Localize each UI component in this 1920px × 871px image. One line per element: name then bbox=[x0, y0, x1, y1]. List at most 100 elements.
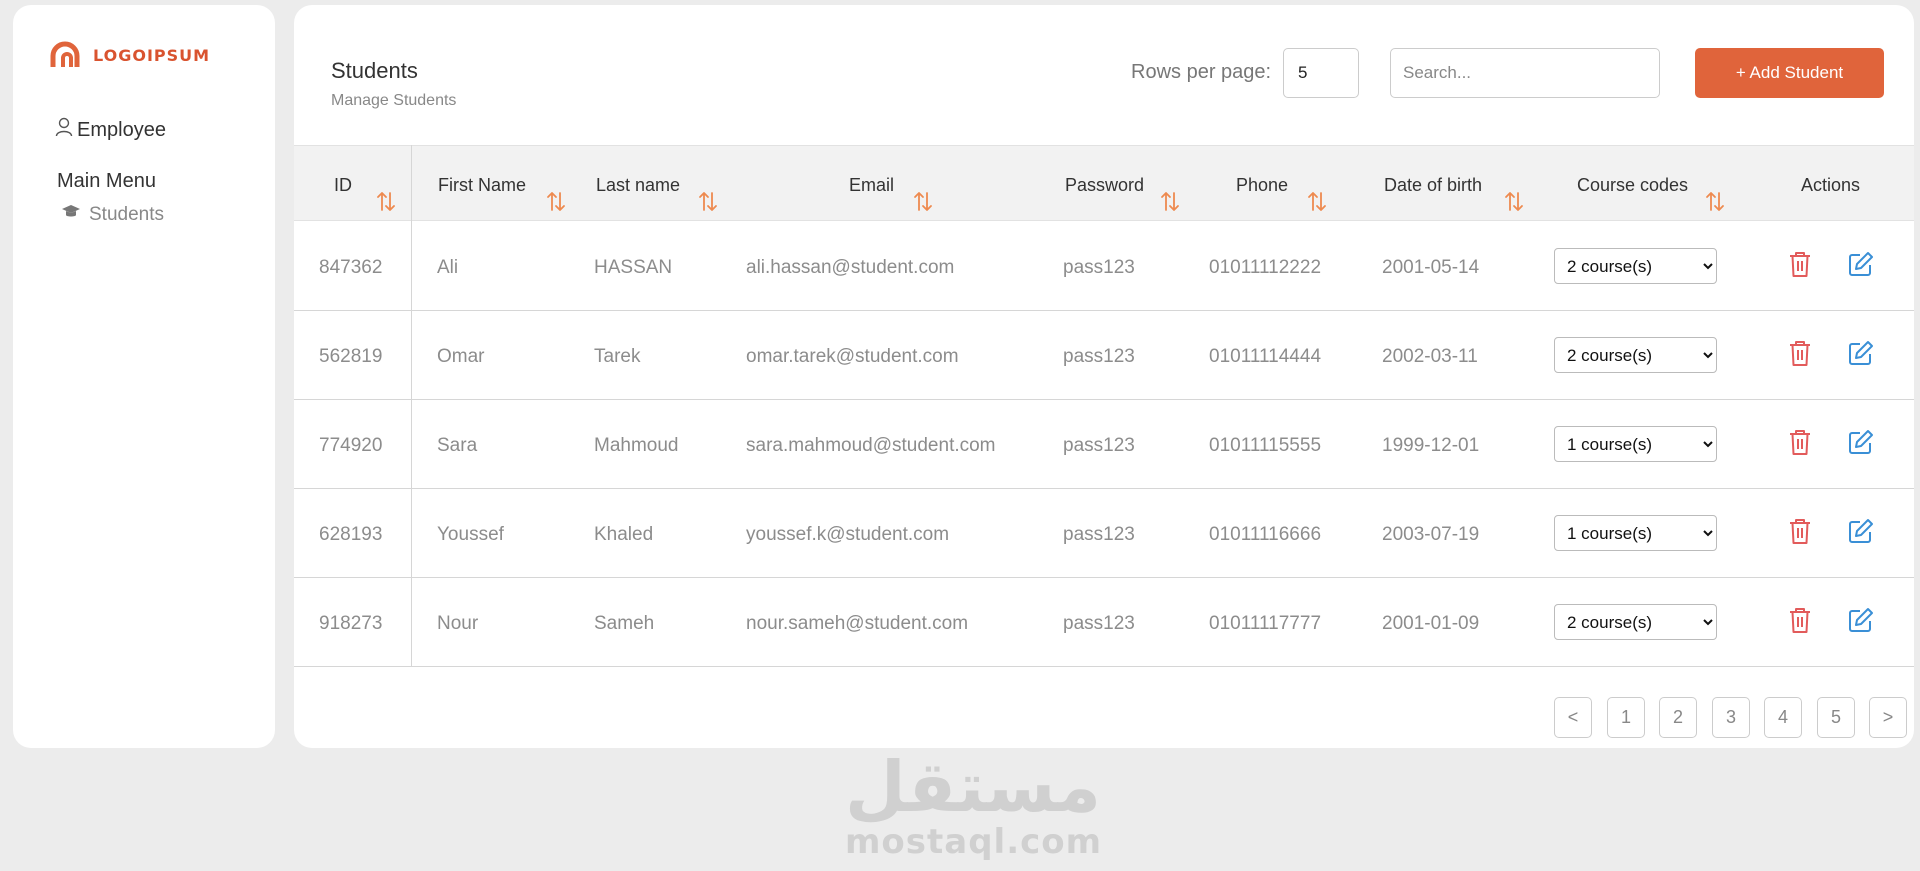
cell-email: sara.mahmoud@student.com bbox=[746, 435, 996, 456]
pagination-prev-button[interactable]: < bbox=[1554, 697, 1592, 738]
cell-email: omar.tarek@student.com bbox=[746, 346, 959, 367]
pagination-page-4[interactable]: 4 bbox=[1764, 697, 1802, 738]
column-header-first-name: First Name bbox=[438, 175, 527, 195]
page-title: Students bbox=[331, 58, 418, 83]
cell-phone: 01011114444 bbox=[1209, 346, 1322, 367]
column-header-id: ID bbox=[334, 175, 352, 195]
cell-phone: 01011117777 bbox=[1209, 613, 1322, 634]
watermark-latin: mostaql.com bbox=[845, 822, 1103, 862]
cell-first-name: Nour bbox=[437, 613, 479, 634]
brand-logo: LOGOIPSUM bbox=[49, 41, 210, 69]
watermark: مستقل mostaql.com bbox=[845, 746, 1103, 862]
edit-icon[interactable] bbox=[1847, 606, 1875, 639]
cell-last-name: Mahmoud bbox=[594, 435, 679, 456]
cell-id: 847362 bbox=[319, 257, 383, 278]
table-row: 918273 Nour Sameh nour.sameh@student.com… bbox=[294, 578, 1914, 667]
logo-mark-icon bbox=[49, 41, 85, 69]
sidebar-item-students[interactable]: Students bbox=[61, 204, 164, 226]
column-header-phone: Phone bbox=[1236, 175, 1289, 195]
course-codes-select[interactable]: 2 course(s) bbox=[1554, 604, 1717, 640]
column-header-dob: Date of birth bbox=[1384, 175, 1483, 195]
course-codes-select[interactable]: 2 course(s) bbox=[1554, 248, 1717, 284]
cell-first-name: Sara bbox=[437, 435, 478, 456]
cell-dob: 1999-12-01 bbox=[1382, 435, 1480, 456]
cell-password: pass123 bbox=[1063, 346, 1135, 367]
sort-icon[interactable] bbox=[698, 190, 718, 212]
sort-icon[interactable] bbox=[1160, 190, 1180, 212]
column-header-course-codes: Course codes bbox=[1577, 175, 1689, 195]
sort-icon[interactable] bbox=[376, 190, 396, 212]
user-icon bbox=[55, 117, 73, 143]
add-student-button[interactable]: + Add Student bbox=[1695, 48, 1884, 98]
course-codes-select[interactable]: 2 course(s) bbox=[1554, 337, 1717, 373]
cell-phone: 01011116666 bbox=[1209, 524, 1322, 545]
table-row: 774920 Sara Mahmoud sara.mahmoud@student… bbox=[294, 400, 1914, 489]
id-column-divider bbox=[411, 145, 412, 667]
cell-phone: 01011112222 bbox=[1209, 257, 1322, 278]
cell-email: youssef.k@student.com bbox=[746, 524, 950, 545]
sort-icon[interactable] bbox=[1504, 190, 1524, 212]
table-row: 628193 Youssef Khaled youssef.k@student.… bbox=[294, 489, 1914, 578]
sort-icon[interactable] bbox=[913, 190, 933, 212]
table-row: 562819 Omar Tarek omar.tarek@student.com… bbox=[294, 311, 1914, 400]
cell-dob: 2002-03-11 bbox=[1382, 346, 1478, 367]
delete-icon[interactable] bbox=[1788, 517, 1812, 550]
edit-icon[interactable] bbox=[1847, 250, 1875, 283]
cell-last-name: HASSAN bbox=[594, 257, 673, 278]
cell-last-name: Khaled bbox=[594, 524, 654, 545]
table-header: ID First Name Last name Email Password P… bbox=[294, 145, 1914, 221]
table-row: 847362 Ali HASSAN ali.hassan@student.com… bbox=[294, 222, 1914, 311]
delete-icon[interactable] bbox=[1788, 250, 1812, 283]
cell-id: 562819 bbox=[319, 346, 383, 367]
brand-name: LOGOIPSUM bbox=[93, 45, 211, 65]
cell-id: 774920 bbox=[319, 435, 383, 456]
cell-id: 918273 bbox=[319, 613, 383, 634]
cell-dob: 2001-05-14 bbox=[1382, 257, 1480, 278]
graduation-cap-icon bbox=[61, 204, 81, 226]
main-panel: Students Manage Students Rows per page: … bbox=[294, 5, 1914, 748]
page-subtitle: Manage Students bbox=[331, 92, 457, 109]
pagination-next-button[interactable]: > bbox=[1869, 697, 1907, 738]
pagination-page-5[interactable]: 5 bbox=[1817, 697, 1855, 738]
cell-dob: 2001-01-09 bbox=[1382, 613, 1480, 634]
cell-password: pass123 bbox=[1063, 524, 1135, 545]
search-input[interactable] bbox=[1390, 48, 1660, 98]
nav-employee-label: Employee bbox=[77, 118, 166, 141]
column-header-actions: Actions bbox=[1801, 175, 1861, 195]
edit-icon[interactable] bbox=[1847, 339, 1875, 372]
nav-employee[interactable]: Employee bbox=[55, 117, 166, 143]
sidebar-item-label: Students bbox=[89, 204, 164, 225]
delete-icon[interactable] bbox=[1788, 428, 1812, 461]
cell-email: ali.hassan@student.com bbox=[746, 257, 955, 278]
sidebar: LOGOIPSUM Employee Main Menu Students bbox=[13, 5, 275, 748]
cell-first-name: Ali bbox=[437, 257, 459, 278]
cell-password: pass123 bbox=[1063, 257, 1135, 278]
edit-icon[interactable] bbox=[1847, 428, 1875, 461]
cell-email: nour.sameh@student.com bbox=[746, 613, 969, 634]
column-header-password: Password bbox=[1065, 175, 1145, 195]
sort-icon[interactable] bbox=[1307, 190, 1327, 212]
sort-icon[interactable] bbox=[546, 190, 566, 212]
sort-icon[interactable] bbox=[1705, 190, 1725, 212]
pagination-page-1[interactable]: 1 bbox=[1607, 697, 1645, 738]
course-codes-select[interactable]: 1 course(s) bbox=[1554, 515, 1717, 551]
page-header: Students Manage Students bbox=[331, 58, 456, 110]
pagination-page-2[interactable]: 2 bbox=[1659, 697, 1697, 738]
course-codes-select[interactable]: 1 course(s) bbox=[1554, 426, 1717, 462]
edit-icon[interactable] bbox=[1847, 517, 1875, 550]
rows-per-page-label: Rows per page: bbox=[1131, 61, 1272, 83]
main-menu-title: Main Menu bbox=[57, 170, 156, 192]
cell-password: pass123 bbox=[1063, 435, 1135, 456]
cell-password: pass123 bbox=[1063, 613, 1135, 634]
column-header-email: Email bbox=[849, 175, 895, 195]
rows-per-page-input[interactable] bbox=[1283, 48, 1359, 98]
cell-dob: 2003-07-19 bbox=[1382, 524, 1480, 545]
cell-first-name: Omar bbox=[437, 346, 485, 367]
pagination-page-3[interactable]: 3 bbox=[1712, 697, 1750, 738]
delete-icon[interactable] bbox=[1788, 339, 1812, 372]
cell-phone: 01011115555 bbox=[1209, 435, 1322, 456]
column-header-last-name: Last name bbox=[596, 175, 681, 195]
watermark-arabic: مستقل bbox=[845, 746, 1102, 828]
delete-icon[interactable] bbox=[1788, 606, 1812, 639]
cell-last-name: Tarek bbox=[594, 346, 641, 367]
